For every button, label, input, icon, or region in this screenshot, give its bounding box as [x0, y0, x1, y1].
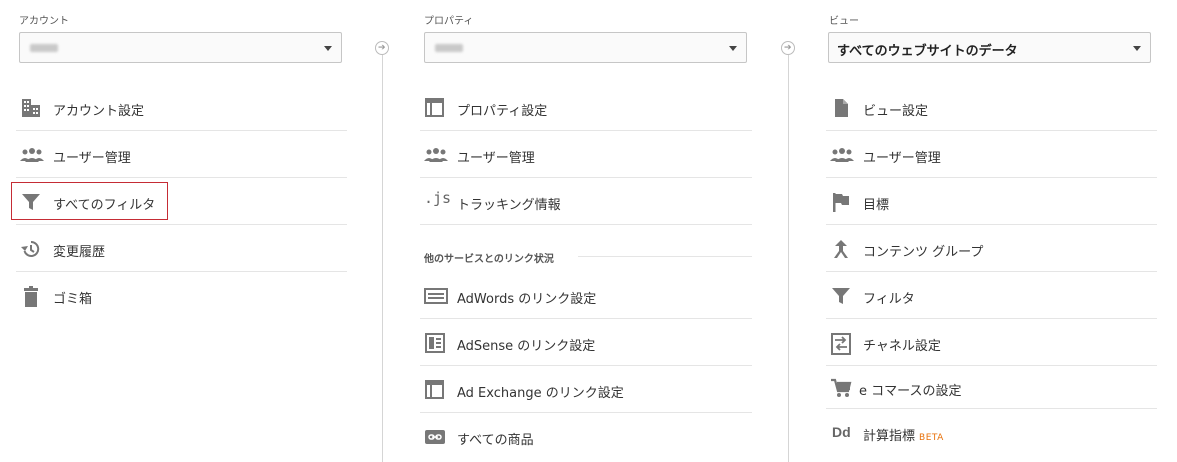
column-divider [382, 55, 383, 462]
account-label: アカウント [19, 16, 69, 27]
property-tracking-info-label: トラッキング情報 [457, 198, 561, 213]
view-label: ビュー [829, 16, 859, 27]
chevron-down-icon [1133, 46, 1141, 51]
goals-label: 目標 [863, 198, 890, 213]
content-grouping-item[interactable]: コンテンツ グループ [826, 226, 1157, 272]
account-change-history-label: 変更履歴 [53, 245, 106, 260]
users-icon [20, 145, 44, 165]
window-icon [424, 380, 446, 400]
view-filters-item[interactable]: フィルタ [826, 273, 1157, 319]
window-icon [424, 98, 446, 118]
view-filters-label: フィルタ [863, 292, 915, 307]
view-settings-label: ビュー設定 [863, 104, 929, 119]
section-divider [578, 256, 752, 257]
channel-settings-item[interactable]: チャネル設定 [826, 320, 1157, 366]
flag-icon [830, 192, 852, 212]
ad-exchange-link-item[interactable]: Ad Exchange のリンク設定 [420, 367, 752, 413]
all-products-label: すべての商品 [457, 433, 534, 448]
property-select[interactable] [424, 32, 747, 63]
property-select-value-redacted [435, 44, 463, 52]
ad-exchange-link-label: Ad Exchange のリンク設定 [457, 386, 624, 401]
filter-icon [830, 286, 852, 306]
property-user-management-item[interactable]: ユーザー管理 [420, 132, 752, 178]
building-icon [20, 98, 42, 118]
users-icon [830, 145, 854, 165]
beta-badge: BETA [919, 433, 944, 443]
account-user-management-label: ユーザー管理 [53, 151, 131, 166]
all-products-item[interactable]: すべての商品 [420, 414, 752, 460]
selected-item-highlight [11, 182, 168, 220]
account-user-management-item[interactable]: ユーザー管理 [16, 132, 347, 178]
adwords-icon [424, 286, 448, 306]
adwords-link-item[interactable]: AdWords のリンク設定 [420, 273, 752, 319]
account-select[interactable] [19, 32, 342, 63]
property-settings-item[interactable]: プロパティ設定 [420, 85, 752, 131]
property-tracking-info-item[interactable]: .js トラッキング情報 [420, 179, 752, 225]
property-user-management-label: ユーザー管理 [457, 151, 535, 166]
trash-icon [20, 286, 42, 307]
property-label: プロパティ [424, 16, 474, 27]
account-settings-label: アカウント設定 [53, 104, 145, 119]
account-trash-item[interactable]: ゴミ箱 [16, 273, 347, 319]
column-divider [788, 55, 789, 462]
adsense-link-item[interactable]: AdSense のリンク設定 [420, 320, 752, 366]
link-icon [424, 427, 446, 447]
account-trash-label: ゴミ箱 [53, 292, 93, 307]
chevron-down-icon [324, 46, 332, 51]
js-icon: .js [424, 189, 452, 207]
property-settings-label: プロパティ設定 [457, 104, 548, 119]
calculated-metrics-item[interactable]: Dd 計算指標 BETA [826, 409, 1157, 455]
adsense-link-label: AdSense のリンク設定 [457, 339, 596, 354]
channel-settings-label: チャネル設定 [863, 339, 941, 354]
ecommerce-settings-item[interactable]: e コマースの設定 [826, 367, 1157, 409]
channel-icon [830, 333, 852, 355]
calculated-metrics-label: 計算指標 BETA [863, 429, 944, 444]
dd-icon: Dd [832, 424, 851, 440]
chevron-down-icon [729, 46, 737, 51]
view-user-management-item[interactable]: ユーザー管理 [826, 132, 1157, 178]
view-user-management-label: ユーザー管理 [863, 151, 941, 166]
adwords-link-label: AdWords のリンク設定 [457, 292, 597, 307]
view-settings-item[interactable]: ビュー設定 [826, 85, 1157, 131]
arrow-right-icon: ➔ [781, 41, 795, 55]
goals-item[interactable]: 目標 [826, 179, 1157, 225]
account-settings-item[interactable]: アカウント設定 [16, 85, 347, 131]
account-change-history-item[interactable]: 変更履歴 [16, 226, 347, 272]
linked-services-section-title: 他のサービスとのリンク状況 [424, 254, 554, 265]
arrow-right-icon: ➔ [375, 41, 389, 55]
document-icon [830, 98, 852, 118]
account-select-value-redacted [30, 44, 58, 52]
cart-icon [830, 378, 852, 398]
merge-icon [830, 239, 852, 259]
view-select-value: すべてのウェブサイトのデータ [837, 44, 1018, 59]
view-select[interactable]: すべてのウェブサイトのデータ [828, 32, 1151, 63]
history-icon [20, 239, 42, 259]
users-icon [424, 145, 448, 165]
ecommerce-settings-label: e コマースの設定 [859, 384, 962, 399]
content-grouping-label: コンテンツ グループ [863, 245, 984, 260]
adsense-icon [424, 333, 446, 353]
